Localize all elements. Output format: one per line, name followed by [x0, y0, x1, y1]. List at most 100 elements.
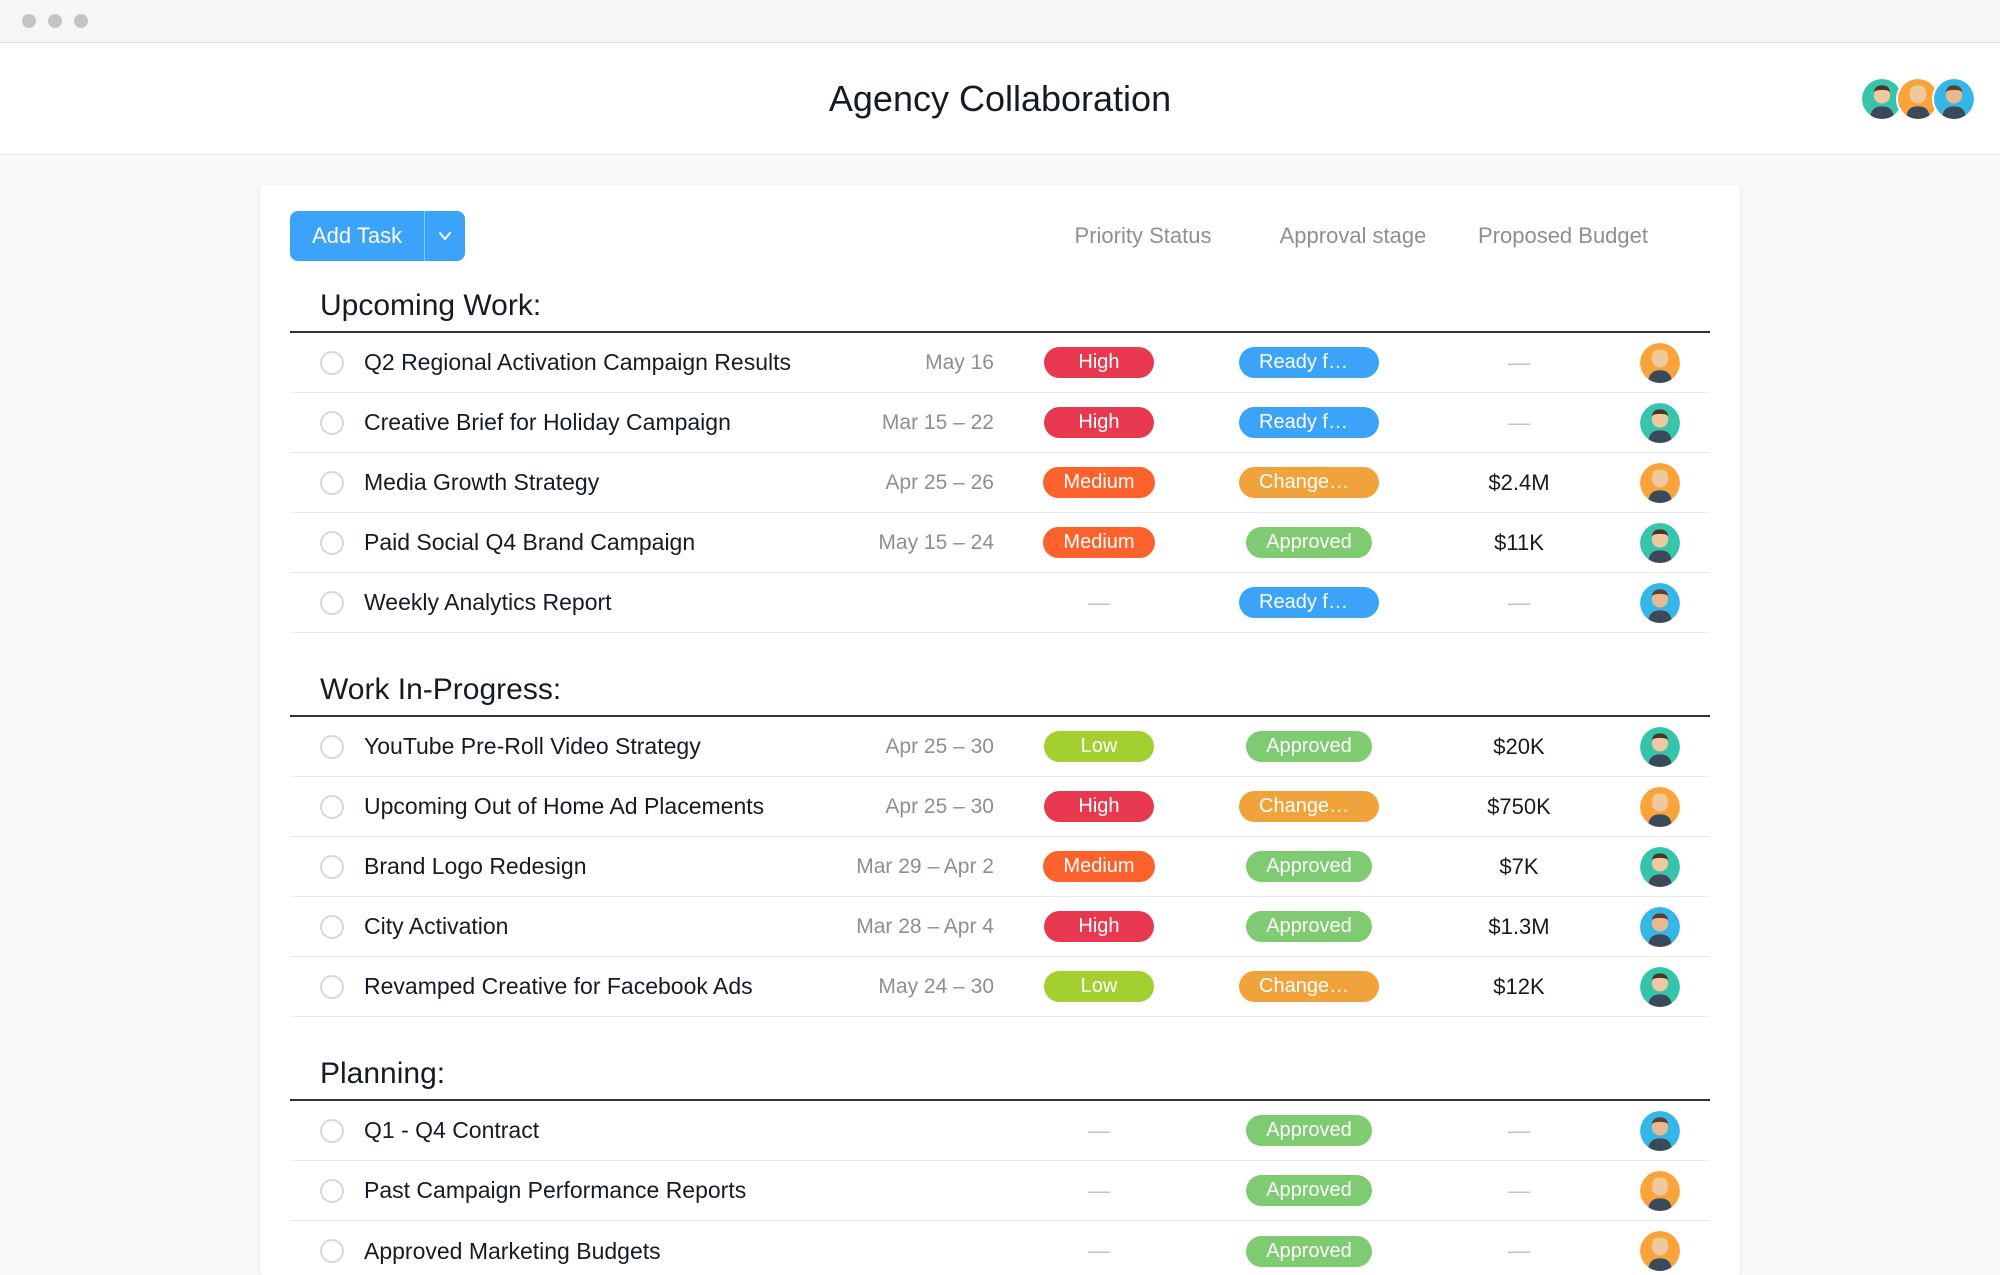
add-task-dropdown[interactable] [424, 211, 465, 261]
complete-checkbox[interactable] [320, 1179, 344, 1203]
approval-cell[interactable]: Approved [1204, 527, 1414, 558]
priority-cell[interactable]: High [994, 407, 1204, 438]
task-row[interactable]: Paid Social Q4 Brand CampaignMay 15 – 24… [290, 513, 1710, 573]
approval-cell[interactable]: Changes… [1204, 791, 1414, 822]
approval-cell[interactable]: Ready fo… [1204, 347, 1414, 378]
task-date[interactable]: May 15 – 24 [804, 531, 994, 555]
budget-cell[interactable]: $750K [1414, 794, 1624, 820]
priority-cell[interactable]: Medium [994, 467, 1204, 498]
priority-cell[interactable]: — [994, 1238, 1204, 1264]
approval-cell[interactable]: Changes… [1204, 971, 1414, 1002]
approval-cell[interactable]: Approved [1204, 851, 1414, 882]
task-name[interactable]: Weekly Analytics Report [364, 589, 804, 616]
section-title[interactable]: Planning: [290, 1057, 1710, 1101]
task-name[interactable]: Paid Social Q4 Brand Campaign [364, 529, 804, 556]
assignee-avatar[interactable] [1640, 463, 1680, 503]
priority-cell[interactable]: — [994, 1118, 1204, 1144]
task-date[interactable]: Apr 25 – 30 [804, 735, 994, 759]
task-row[interactable]: City ActivationMar 28 – Apr 4HighApprove… [290, 897, 1710, 957]
task-date[interactable]: Mar 28 – Apr 4 [804, 915, 994, 939]
task-row[interactable]: Media Growth StrategyApr 25 – 26MediumCh… [290, 453, 1710, 513]
budget-cell[interactable]: — [1414, 350, 1624, 376]
complete-checkbox[interactable] [320, 351, 344, 375]
priority-cell[interactable]: High [994, 911, 1204, 942]
priority-cell[interactable]: Medium [994, 851, 1204, 882]
task-row[interactable]: Q2 Regional Activation Campaign ResultsM… [290, 333, 1710, 393]
task-date[interactable]: Apr 25 – 26 [804, 471, 994, 495]
assignee-avatar[interactable] [1640, 907, 1680, 947]
priority-cell[interactable]: Medium [994, 527, 1204, 558]
assignee-avatar[interactable] [1640, 403, 1680, 443]
approval-cell[interactable]: Ready fo… [1204, 407, 1414, 438]
task-name[interactable]: Q1 - Q4 Contract [364, 1117, 804, 1144]
assignee-avatar[interactable] [1640, 847, 1680, 887]
budget-cell[interactable]: — [1414, 1238, 1624, 1264]
priority-cell[interactable]: — [994, 1178, 1204, 1204]
task-date[interactable]: May 16 [804, 351, 994, 375]
task-row[interactable]: Creative Brief for Holiday CampaignMar 1… [290, 393, 1710, 453]
assignee-avatar[interactable] [1640, 1231, 1680, 1271]
assignee-avatar[interactable] [1640, 727, 1680, 767]
assignee-avatar[interactable] [1640, 1171, 1680, 1211]
complete-checkbox[interactable] [320, 855, 344, 879]
task-row[interactable]: Q1 - Q4 Contract —Approved— [290, 1101, 1710, 1161]
budget-cell[interactable]: — [1414, 1178, 1624, 1204]
budget-cell[interactable]: $2.4M [1414, 470, 1624, 496]
section-title[interactable]: Upcoming Work: [290, 289, 1710, 333]
assignee-avatar[interactable] [1640, 787, 1680, 827]
budget-cell[interactable]: $12K [1414, 974, 1624, 1000]
task-name[interactable]: Creative Brief for Holiday Campaign [364, 409, 804, 436]
complete-checkbox[interactable] [320, 531, 344, 555]
col-header-approval[interactable]: Approval stage [1248, 223, 1458, 249]
col-header-budget[interactable]: Proposed Budget [1458, 223, 1668, 249]
assignee-avatar[interactable] [1640, 1111, 1680, 1151]
approval-cell[interactable]: Approved [1204, 1115, 1414, 1146]
task-name[interactable]: YouTube Pre-Roll Video Strategy [364, 733, 804, 760]
task-name[interactable]: Q2 Regional Activation Campaign Results [364, 349, 804, 376]
task-date[interactable]: May 24 – 30 [804, 975, 994, 999]
task-date[interactable]: Mar 15 – 22 [804, 411, 994, 435]
complete-checkbox[interactable] [320, 1239, 344, 1263]
approval-cell[interactable]: Changes… [1204, 467, 1414, 498]
task-name[interactable]: Brand Logo Redesign [364, 853, 804, 880]
budget-cell[interactable]: — [1414, 410, 1624, 436]
complete-checkbox[interactable] [320, 471, 344, 495]
complete-checkbox[interactable] [320, 735, 344, 759]
complete-checkbox[interactable] [320, 915, 344, 939]
task-row[interactable]: Upcoming Out of Home Ad PlacementsApr 25… [290, 777, 1710, 837]
assignee-avatar[interactable] [1640, 523, 1680, 563]
task-name[interactable]: City Activation [364, 913, 804, 940]
approval-cell[interactable]: Approved [1204, 1175, 1414, 1206]
approval-cell[interactable]: Approved [1204, 731, 1414, 762]
approval-cell[interactable]: Approved [1204, 1236, 1414, 1267]
assignee-avatar[interactable] [1640, 583, 1680, 623]
priority-cell[interactable]: Low [994, 971, 1204, 1002]
task-row[interactable]: Revamped Creative for Facebook AdsMay 24… [290, 957, 1710, 1017]
section-title[interactable]: Work In-Progress: [290, 673, 1710, 717]
add-task-button[interactable]: Add Task [290, 211, 424, 261]
budget-cell[interactable]: — [1414, 1118, 1624, 1144]
complete-checkbox[interactable] [320, 975, 344, 999]
budget-cell[interactable]: $11K [1414, 530, 1624, 556]
budget-cell[interactable]: $7K [1414, 854, 1624, 880]
budget-cell[interactable]: — [1414, 590, 1624, 616]
col-header-priority[interactable]: Priority Status [1038, 223, 1248, 249]
task-row[interactable]: YouTube Pre-Roll Video StrategyApr 25 – … [290, 717, 1710, 777]
task-name[interactable]: Media Growth Strategy [364, 469, 804, 496]
budget-cell[interactable]: $20K [1414, 734, 1624, 760]
task-name[interactable]: Approved Marketing Budgets [364, 1238, 804, 1265]
task-row[interactable]: Past Campaign Performance Reports —Approv… [290, 1161, 1710, 1221]
complete-checkbox[interactable] [320, 411, 344, 435]
budget-cell[interactable]: $1.3M [1414, 914, 1624, 940]
complete-checkbox[interactable] [320, 1119, 344, 1143]
priority-cell[interactable]: Low [994, 731, 1204, 762]
assignee-avatar[interactable] [1640, 967, 1680, 1007]
member-avatar[interactable] [1932, 77, 1976, 121]
task-row[interactable]: Weekly Analytics Report—Ready fo…— [290, 573, 1710, 633]
task-row[interactable]: Approved Marketing Budgets —Approved— [290, 1221, 1710, 1275]
task-name[interactable]: Past Campaign Performance Reports [364, 1177, 804, 1204]
task-date[interactable]: Apr 25 – 30 [804, 795, 994, 819]
task-name[interactable]: Upcoming Out of Home Ad Placements [364, 793, 804, 820]
task-date[interactable]: Mar 29 – Apr 2 [804, 855, 994, 879]
approval-cell[interactable]: Ready fo… [1204, 587, 1414, 618]
